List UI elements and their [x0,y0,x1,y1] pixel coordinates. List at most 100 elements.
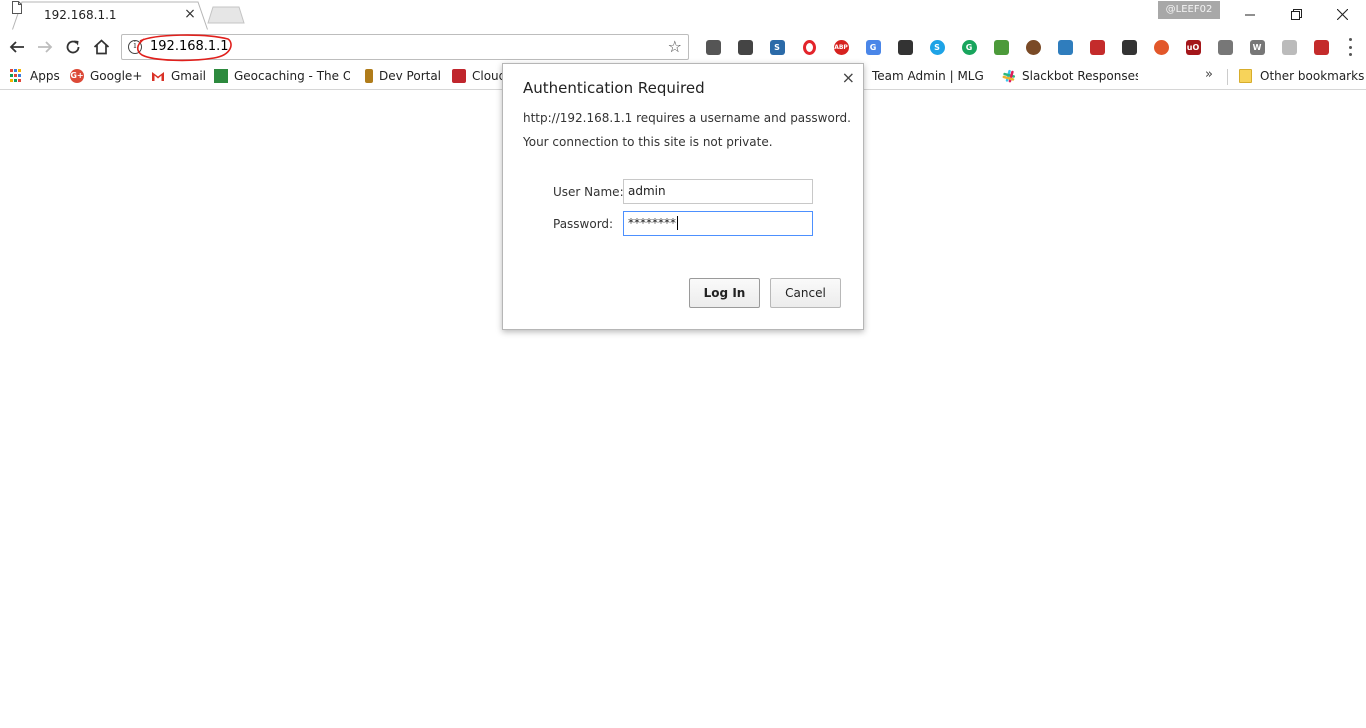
address-bar-url[interactable]: 192.168.1.1 [150,39,229,54]
username-value: admin [628,184,666,198]
bookmark-label: Team Admin | MLG Da [872,69,988,83]
username-field[interactable]: admin [623,179,813,204]
log-in-button[interactable]: Log In [689,278,760,308]
close-icon [1336,8,1348,20]
s-extension-button[interactable]: S [761,36,793,58]
extensions-row: SOABPGSGuOW [697,36,1337,58]
tab-title: 192.168.1.1 [44,8,117,22]
ublock-button[interactable]: uO [1177,36,1209,58]
reload-icon [66,40,80,54]
password-field[interactable]: ******** [623,211,813,236]
bookmark-team-admin[interactable]: Team Admin | MLG Da [858,67,988,85]
hat-button[interactable] [1113,36,1145,58]
tab-close-icon[interactable]: × [182,6,198,22]
tab-active[interactable]: 192.168.1.1 × [12,1,208,30]
restore-button[interactable] [1273,0,1319,28]
toolbar: i 192.168.1.1 ☆ SOABPGSGuOW [0,30,1366,63]
back-button[interactable] [5,35,29,59]
bookmarks-overflow-icon[interactable]: » [1205,67,1213,82]
orange-extension-button[interactable] [1145,36,1177,58]
bookmark-label: Other bookmarks [1260,69,1365,83]
grammarly-icon: G [961,39,977,55]
home-button[interactable] [89,35,113,59]
close-window-button[interactable] [1319,0,1365,28]
bookmark-geocaching[interactable]: Geocaching - The Offi [214,67,350,85]
auth-dialog: × Authentication Required http://192.168… [502,63,864,330]
bookmark-label: Gmail [171,69,207,83]
red-chart-extension-button[interactable] [1305,36,1337,58]
profile-badge[interactable]: @LEEF02 [1158,1,1220,19]
bookmark-label: Dev Portal [379,69,442,83]
forward-arrow-icon [38,41,53,53]
avatar-extension-button[interactable] [1017,36,1049,58]
password-label: Password: [553,217,614,231]
reload-button[interactable] [61,35,85,59]
film-button[interactable] [729,36,761,58]
text-caret [677,216,678,230]
document-icon [12,1,22,14]
bookmark-apps[interactable]: Apps [10,67,60,85]
avatar-extension-icon [1025,39,1041,55]
dots-extension-icon [1281,39,1297,55]
username-label: User Name: [553,185,624,199]
cast-button[interactable] [697,36,729,58]
green-extension-button[interactable] [985,36,1017,58]
google-plus-icon: G+ [70,69,84,83]
hat-icon [1121,39,1137,55]
cancel-button[interactable]: Cancel [770,278,841,308]
person-extension-button[interactable] [1049,36,1081,58]
green-extension-icon [993,39,1009,55]
minimize-button[interactable] [1227,0,1273,28]
adblock-plus-icon: ABP [833,39,849,55]
orange-extension-icon [1153,39,1169,55]
dialog-message: http://192.168.1.1 requires a username a… [523,111,851,125]
camera-button[interactable] [1209,36,1241,58]
wordpress-button[interactable]: W [1241,36,1273,58]
forward-button[interactable] [33,35,57,59]
bookmark-label: Google+ [90,69,143,83]
bookmark-gmail[interactable]: Gmail [151,67,206,85]
cast-icon [705,39,721,55]
slack-icon [1002,69,1016,83]
dialog-close-icon[interactable]: × [842,69,855,87]
minimize-icon [1244,14,1255,15]
s-extension-icon: S [769,39,785,55]
dev-portal-icon [365,69,373,83]
red-chart-extension-icon [1313,39,1329,55]
bookmark-label: Apps [30,69,60,83]
cloud-icon [452,69,466,83]
tab-strip: 192.168.1.1 × @LEEF02 [0,0,1366,30]
home-icon [93,39,109,55]
dialog-title: Authentication Required [523,79,705,97]
grammarly-button[interactable]: G [953,36,985,58]
geocaching-icon [214,69,228,83]
bookmark-slackbot[interactable]: Slackbot Responses | ! [1002,67,1138,85]
bookmark-label: Geocaching - The Offi [234,69,350,83]
restore-icon [1290,8,1302,20]
skype-button[interactable]: S [921,36,953,58]
ublock-icon: uO [1185,39,1201,55]
google-translate-button[interactable]: G [857,36,889,58]
address-bar[interactable]: i 192.168.1.1 ☆ [121,34,689,62]
bookmark-star-icon[interactable]: ☆ [668,38,682,56]
bookmark-google-plus[interactable]: G+ Google+ [70,67,142,85]
opera-button[interactable]: O [793,36,825,58]
adblock-plus-button[interactable]: ABP [825,36,857,58]
gmail-icon [152,72,164,81]
bookmark-cloud[interactable]: Cloud [452,67,502,85]
bookmark-label: Cloud [472,69,502,83]
bookmark-label: Slackbot Responses | ! [1022,69,1138,83]
dots-extension-button[interactable] [1273,36,1305,58]
info-icon[interactable]: i [128,40,142,54]
wordpress-icon: W [1249,39,1265,55]
incognito-button[interactable] [889,36,921,58]
new-tab-button[interactable] [207,6,245,24]
flag-icon [1089,39,1105,55]
bookmark-dev-portal[interactable]: Dev Portal [365,67,441,85]
password-value: ******** [628,216,676,230]
dialog-warning: Your connection to this site is not priv… [523,135,773,149]
camera-icon [1217,39,1233,55]
bookmark-other[interactable]: Other bookmarks [1239,67,1364,85]
menu-icon[interactable] [1342,38,1358,56]
flag-button[interactable] [1081,36,1113,58]
